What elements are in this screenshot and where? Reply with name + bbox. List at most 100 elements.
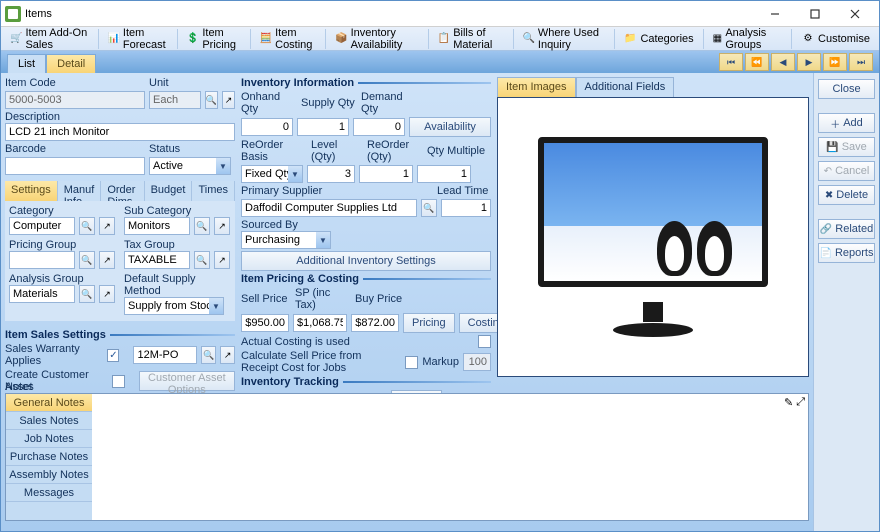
chevron-down-icon: ▼ (216, 158, 230, 174)
demand-input[interactable] (353, 118, 405, 136)
analysisgroup-link-icon[interactable]: ↗ (99, 285, 115, 303)
warranty-link-icon[interactable]: ↗ (220, 346, 235, 364)
nav-next-page[interactable]: ⏩ (823, 53, 847, 71)
category-input[interactable] (9, 217, 75, 235)
description-input[interactable] (5, 123, 235, 141)
tab-item-images[interactable]: Item Images (497, 77, 576, 97)
pricegroup-link-icon[interactable]: ↗ (99, 251, 115, 269)
supplier-search-icon[interactable]: 🔍 (421, 199, 437, 217)
toolbar-costing[interactable]: 🧮Item Costing (253, 28, 324, 50)
add-button[interactable]: ＋Add (818, 113, 875, 133)
status-combo[interactable]: Active▼ (149, 157, 231, 175)
barcode-input[interactable] (5, 157, 145, 175)
link-icon: 🔗 (820, 224, 832, 235)
tab-detail[interactable]: Detail (46, 54, 96, 73)
note-expand-icon[interactable]: ⤢ (796, 396, 805, 409)
minimize-button[interactable] (755, 2, 795, 26)
subtab-budget[interactable]: Budget (145, 181, 193, 201)
subtab-settings[interactable]: Settings (5, 181, 58, 201)
sourced-combo[interactable]: Purchasing▼ (241, 231, 331, 249)
nav-next[interactable]: ▶ (797, 53, 821, 71)
onhand-input[interactable] (241, 118, 293, 136)
unit-search-icon[interactable]: 🔍 (205, 91, 218, 109)
toolbar-bom[interactable]: 📋Bills of Material (431, 28, 511, 50)
analysisgroup-input[interactable] (9, 285, 75, 303)
toolbar-addon-sales[interactable]: 🛒Item Add-On Sales (3, 28, 96, 50)
notetab-purchase[interactable]: Purchase Notes (6, 448, 92, 466)
subtab-manuf[interactable]: Manuf Info (58, 181, 102, 201)
leadtime-input[interactable] (441, 199, 491, 217)
unit-combo[interactable]: Each (149, 91, 201, 109)
unit-link-icon[interactable]: ↗ (222, 91, 235, 109)
reports-button[interactable]: 📄Reports (818, 243, 875, 263)
level-label: Level (Qty) (311, 139, 363, 163)
note-edit-icon[interactable]: ✎ (784, 396, 793, 409)
sidebar: Close ＋Add 💾Save ↶Cancel ✖Delete 🔗Relate… (813, 73, 879, 531)
analysisgroup-search-icon[interactable]: 🔍 (79, 285, 95, 303)
supplymethod-combo[interactable]: Supply from Stock▼ (124, 297, 224, 315)
addl-inv-button[interactable]: Additional Inventory Settings (241, 251, 491, 271)
notes-content[interactable]: ✎⤢ (92, 394, 808, 520)
taxgroup-input[interactable] (124, 251, 190, 269)
markup-input[interactable] (463, 353, 491, 371)
close-button[interactable]: Close (818, 79, 875, 99)
box-icon: 📦 (335, 32, 347, 46)
pricegroup-input[interactable] (9, 251, 75, 269)
multiple-input[interactable] (417, 165, 471, 183)
item-code-input[interactable] (5, 91, 145, 109)
reorder-input[interactable] (359, 165, 413, 183)
save-button[interactable]: 💾Save (818, 137, 875, 157)
subcategory-link-icon[interactable]: ↗ (214, 217, 230, 235)
tab-additional-fields[interactable]: Additional Fields (576, 77, 675, 97)
related-button[interactable]: 🔗Related (818, 219, 875, 239)
maximize-button[interactable] (795, 2, 835, 26)
buy-input[interactable] (351, 314, 399, 332)
actual-checkbox[interactable] (478, 335, 491, 348)
warranty-search-icon[interactable]: 🔍 (201, 346, 216, 364)
pricegroup-search-icon[interactable]: 🔍 (79, 251, 95, 269)
toolbar-availability[interactable]: 📦Inventory Availability (328, 28, 426, 50)
notetab-sales[interactable]: Sales Notes (6, 412, 92, 430)
subcategory-search-icon[interactable]: 🔍 (194, 217, 210, 235)
taxgroup-search-icon[interactable]: 🔍 (194, 251, 210, 269)
notetab-job[interactable]: Job Notes (6, 430, 92, 448)
tab-list[interactable]: List (7, 54, 46, 73)
category-link-icon[interactable]: ↗ (99, 217, 115, 235)
sp-input[interactable] (293, 314, 347, 332)
toolbar-analysis[interactable]: ▦Analysis Groups (705, 28, 789, 50)
calc-checkbox[interactable] (405, 356, 418, 369)
subtab-orderdims[interactable]: Order Dims (101, 181, 144, 201)
delete-button[interactable]: ✖Delete (818, 185, 875, 205)
toolbar-customise[interactable]: ⚙Customise (794, 28, 877, 50)
nav-prev[interactable]: ◀ (771, 53, 795, 71)
warranty-checkbox[interactable]: ✓ (107, 349, 119, 362)
category-search-icon[interactable]: 🔍 (79, 217, 95, 235)
notetab-assembly[interactable]: Assembly Notes (6, 466, 92, 484)
cancel-button[interactable]: ↶Cancel (818, 161, 875, 181)
pricing-button[interactable]: Pricing (403, 313, 455, 333)
sales-section: Item Sales Settings (5, 329, 106, 341)
multiple-label: Qty Multiple (427, 145, 485, 157)
warranty-input[interactable] (133, 346, 197, 364)
app-icon (5, 6, 21, 22)
level-input[interactable] (307, 165, 355, 183)
reorderbasis-combo[interactable]: Fixed Qty▼ (241, 165, 303, 183)
nav-last[interactable]: ⏭ (849, 53, 873, 71)
image-panel (497, 97, 809, 377)
supplier-input[interactable] (241, 199, 417, 217)
toolbar-pricing[interactable]: 💲Item Pricing (180, 28, 248, 50)
taxgroup-link-icon[interactable]: ↗ (214, 251, 230, 269)
toolbar-categories[interactable]: 📁Categories (616, 28, 700, 50)
nav-prev-page[interactable]: ⏪ (745, 53, 769, 71)
close-button[interactable] (835, 2, 875, 26)
nav-first[interactable]: ⏮ (719, 53, 743, 71)
availability-button[interactable]: Availability (409, 117, 491, 137)
supply-input[interactable] (297, 118, 349, 136)
notetab-general[interactable]: General Notes (6, 394, 92, 412)
notetab-messages[interactable]: Messages (6, 484, 92, 502)
subtab-times[interactable]: Times (192, 181, 235, 201)
subcategory-input[interactable] (124, 217, 190, 235)
toolbar-forecast[interactable]: 📊Item Forecast (100, 28, 175, 50)
sell-input[interactable] (241, 314, 289, 332)
toolbar-whereused[interactable]: 🔍Where Used Inquiry (515, 28, 611, 50)
